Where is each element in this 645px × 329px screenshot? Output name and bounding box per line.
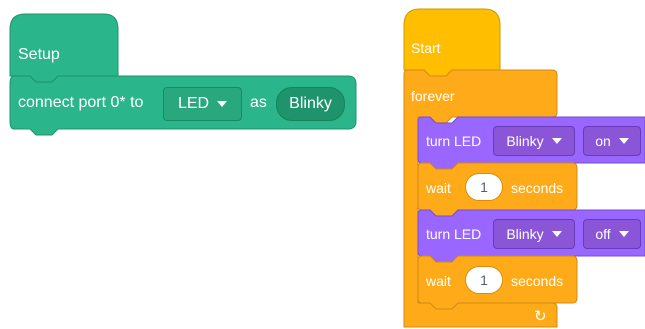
turn-led-label: turn LED — [426, 133, 482, 149]
device-name-input[interactable]: Blinky — [276, 87, 345, 121]
led-state-value: on — [595, 133, 611, 149]
connect-port-label: connect port 0* to — [18, 94, 144, 111]
device-dropdown-value: LED — [177, 95, 210, 112]
device-dropdown[interactable]: LED — [163, 87, 242, 121]
as-label: as — [250, 94, 267, 111]
wait-seconds-input[interactable]: 1 — [465, 173, 503, 201]
setup-hat-label: Setup — [18, 46, 60, 63]
turn-led-label: turn LED — [426, 226, 482, 242]
caret-down-icon — [551, 138, 562, 144]
led-target-dropdown[interactable]: Blinky — [493, 219, 575, 249]
led-target-dropdown[interactable]: Blinky — [493, 126, 575, 156]
caret-down-icon — [217, 101, 228, 107]
caret-down-icon — [618, 231, 629, 237]
blocks-workspace: Setup connect port 0* to LED as Blinky S… — [0, 0, 645, 329]
wait-label: wait — [426, 273, 451, 289]
wait-seconds-input[interactable]: 1 — [465, 266, 503, 294]
caret-down-icon — [551, 231, 562, 237]
start-hat-label: Start — [411, 40, 441, 56]
led-state-dropdown[interactable]: off — [583, 219, 641, 249]
led-state-value: off — [595, 226, 611, 242]
wait-label: wait — [426, 180, 451, 196]
seconds-label: seconds — [511, 180, 564, 196]
loop-arrow-icon: ↻ — [534, 308, 547, 325]
caret-down-icon — [618, 138, 629, 144]
led-state-dropdown[interactable]: on — [583, 126, 641, 156]
led-target-value: Blinky — [506, 226, 544, 242]
led-target-value: Blinky — [506, 133, 544, 149]
seconds-label: seconds — [511, 273, 564, 289]
forever-label: forever — [411, 88, 455, 104]
